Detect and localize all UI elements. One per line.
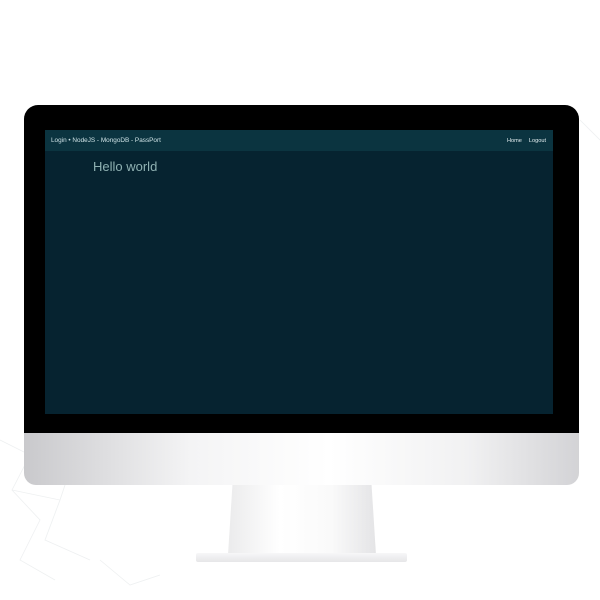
scene: Login • NodeJS - MongoDB - PassPort Home… — [0, 0, 600, 600]
monitor-chin — [24, 433, 579, 485]
screen: Login • NodeJS - MongoDB - PassPort Home… — [45, 130, 553, 414]
navbar: Login • NodeJS - MongoDB - PassPort Home… — [45, 130, 553, 151]
page-heading: Hello world — [93, 159, 158, 174]
monitor-stand-base — [196, 553, 407, 562]
navbar-brand[interactable]: Login • NodeJS - MongoDB - PassPort — [51, 137, 161, 144]
monitor: Login • NodeJS - MongoDB - PassPort Home… — [24, 105, 579, 485]
monitor-stand-neck — [228, 485, 376, 555]
nav-links: Home Logout — [507, 138, 546, 144]
nav-link-logout[interactable]: Logout — [529, 138, 546, 144]
monitor-bezel: Login • NodeJS - MongoDB - PassPort Home… — [24, 105, 579, 433]
nav-link-home[interactable]: Home — [507, 138, 522, 144]
